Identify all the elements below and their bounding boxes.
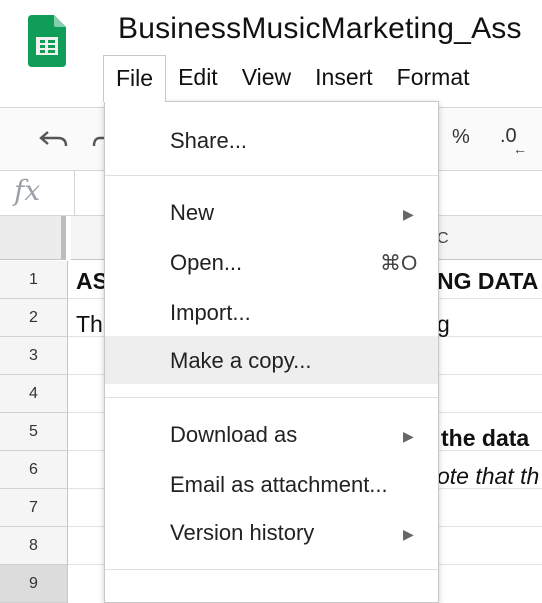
menu-item-share-label: Share... — [170, 128, 248, 153]
submenu-arrow-icon: ▶ — [403, 428, 414, 444]
cell-c1-text[interactable]: NG DATA — [437, 268, 538, 295]
menu-item-open-label: Open... — [170, 250, 243, 275]
menu-item-new[interactable]: New ▶ — [105, 189, 438, 237]
menu-item-email-attachment-label: Email as attachment... — [170, 472, 388, 497]
menu-format[interactable]: Format — [385, 55, 482, 99]
row-header-6[interactable]: 6 — [0, 451, 68, 489]
row-header-7[interactable]: 7 — [0, 489, 68, 527]
menu-item-import-label: Import... — [170, 300, 251, 325]
row-header-2[interactable]: 2 — [0, 299, 68, 337]
fx-icon: fx — [14, 174, 41, 207]
menu-item-version-history-label: Version history — [170, 520, 315, 545]
menu-view[interactable]: View — [230, 55, 303, 99]
row-header-1[interactable]: 1 — [0, 261, 68, 299]
menu-item-make-copy[interactable]: Make a copy... — [105, 336, 438, 384]
row-header-4[interactable]: 4 — [0, 375, 68, 413]
menu-divider — [105, 175, 438, 176]
cell-a2-text[interactable]: Th — [76, 311, 103, 338]
menu-divider — [105, 569, 438, 570]
menu-item-share[interactable]: Share... — [105, 116, 438, 164]
menu-item-open[interactable]: Open... ⌘O — [105, 239, 438, 287]
menu-item-import[interactable]: Import... — [105, 289, 438, 337]
select-all-corner[interactable] — [0, 216, 66, 260]
menu-edit[interactable]: Edit — [166, 55, 230, 99]
sheets-logo-icon[interactable] — [28, 15, 66, 67]
formula-divider — [74, 171, 75, 215]
row-header-8[interactable]: 8 — [0, 527, 68, 565]
decrease-decimal-arrow-icon: ← — [513, 141, 527, 157]
submenu-arrow-icon: ▶ — [403, 206, 414, 222]
document-title[interactable]: BusinessMusicMarketing_Ass — [118, 12, 522, 46]
row-header-9[interactable]: 9 — [0, 565, 68, 603]
menu-item-download-as-label: Download as — [170, 422, 298, 447]
cell-c5-text[interactable]: the data — [441, 425, 529, 452]
open-shortcut: ⌘O — [380, 252, 418, 275]
row-header-5[interactable]: 5 — [0, 413, 68, 451]
menu-file[interactable]: File — [103, 55, 167, 102]
percent-format-button[interactable]: % — [452, 126, 470, 149]
submenu-arrow-icon: ▶ — [403, 526, 414, 542]
menu-insert[interactable]: Insert — [303, 55, 385, 99]
menu-item-email-attachment[interactable]: Email as attachment... — [105, 461, 438, 509]
menu-item-download-as[interactable]: Download as ▶ — [105, 411, 438, 459]
file-menu-dropdown: Share... New ▶ Open... ⌘O Import... Make… — [104, 101, 439, 603]
undo-icon[interactable] — [38, 128, 70, 148]
menu-divider — [105, 397, 438, 398]
menu-item-version-history[interactable]: Version history ▶ — [105, 509, 438, 557]
menu-item-new-label: New — [170, 200, 215, 225]
menu-item-make-copy-label: Make a copy... — [170, 348, 312, 373]
menu-bar: File Edit View Insert Format — [103, 55, 482, 102]
row-header-3[interactable]: 3 — [0, 337, 68, 375]
cell-c6-text[interactable]: ote that th — [437, 463, 539, 490]
